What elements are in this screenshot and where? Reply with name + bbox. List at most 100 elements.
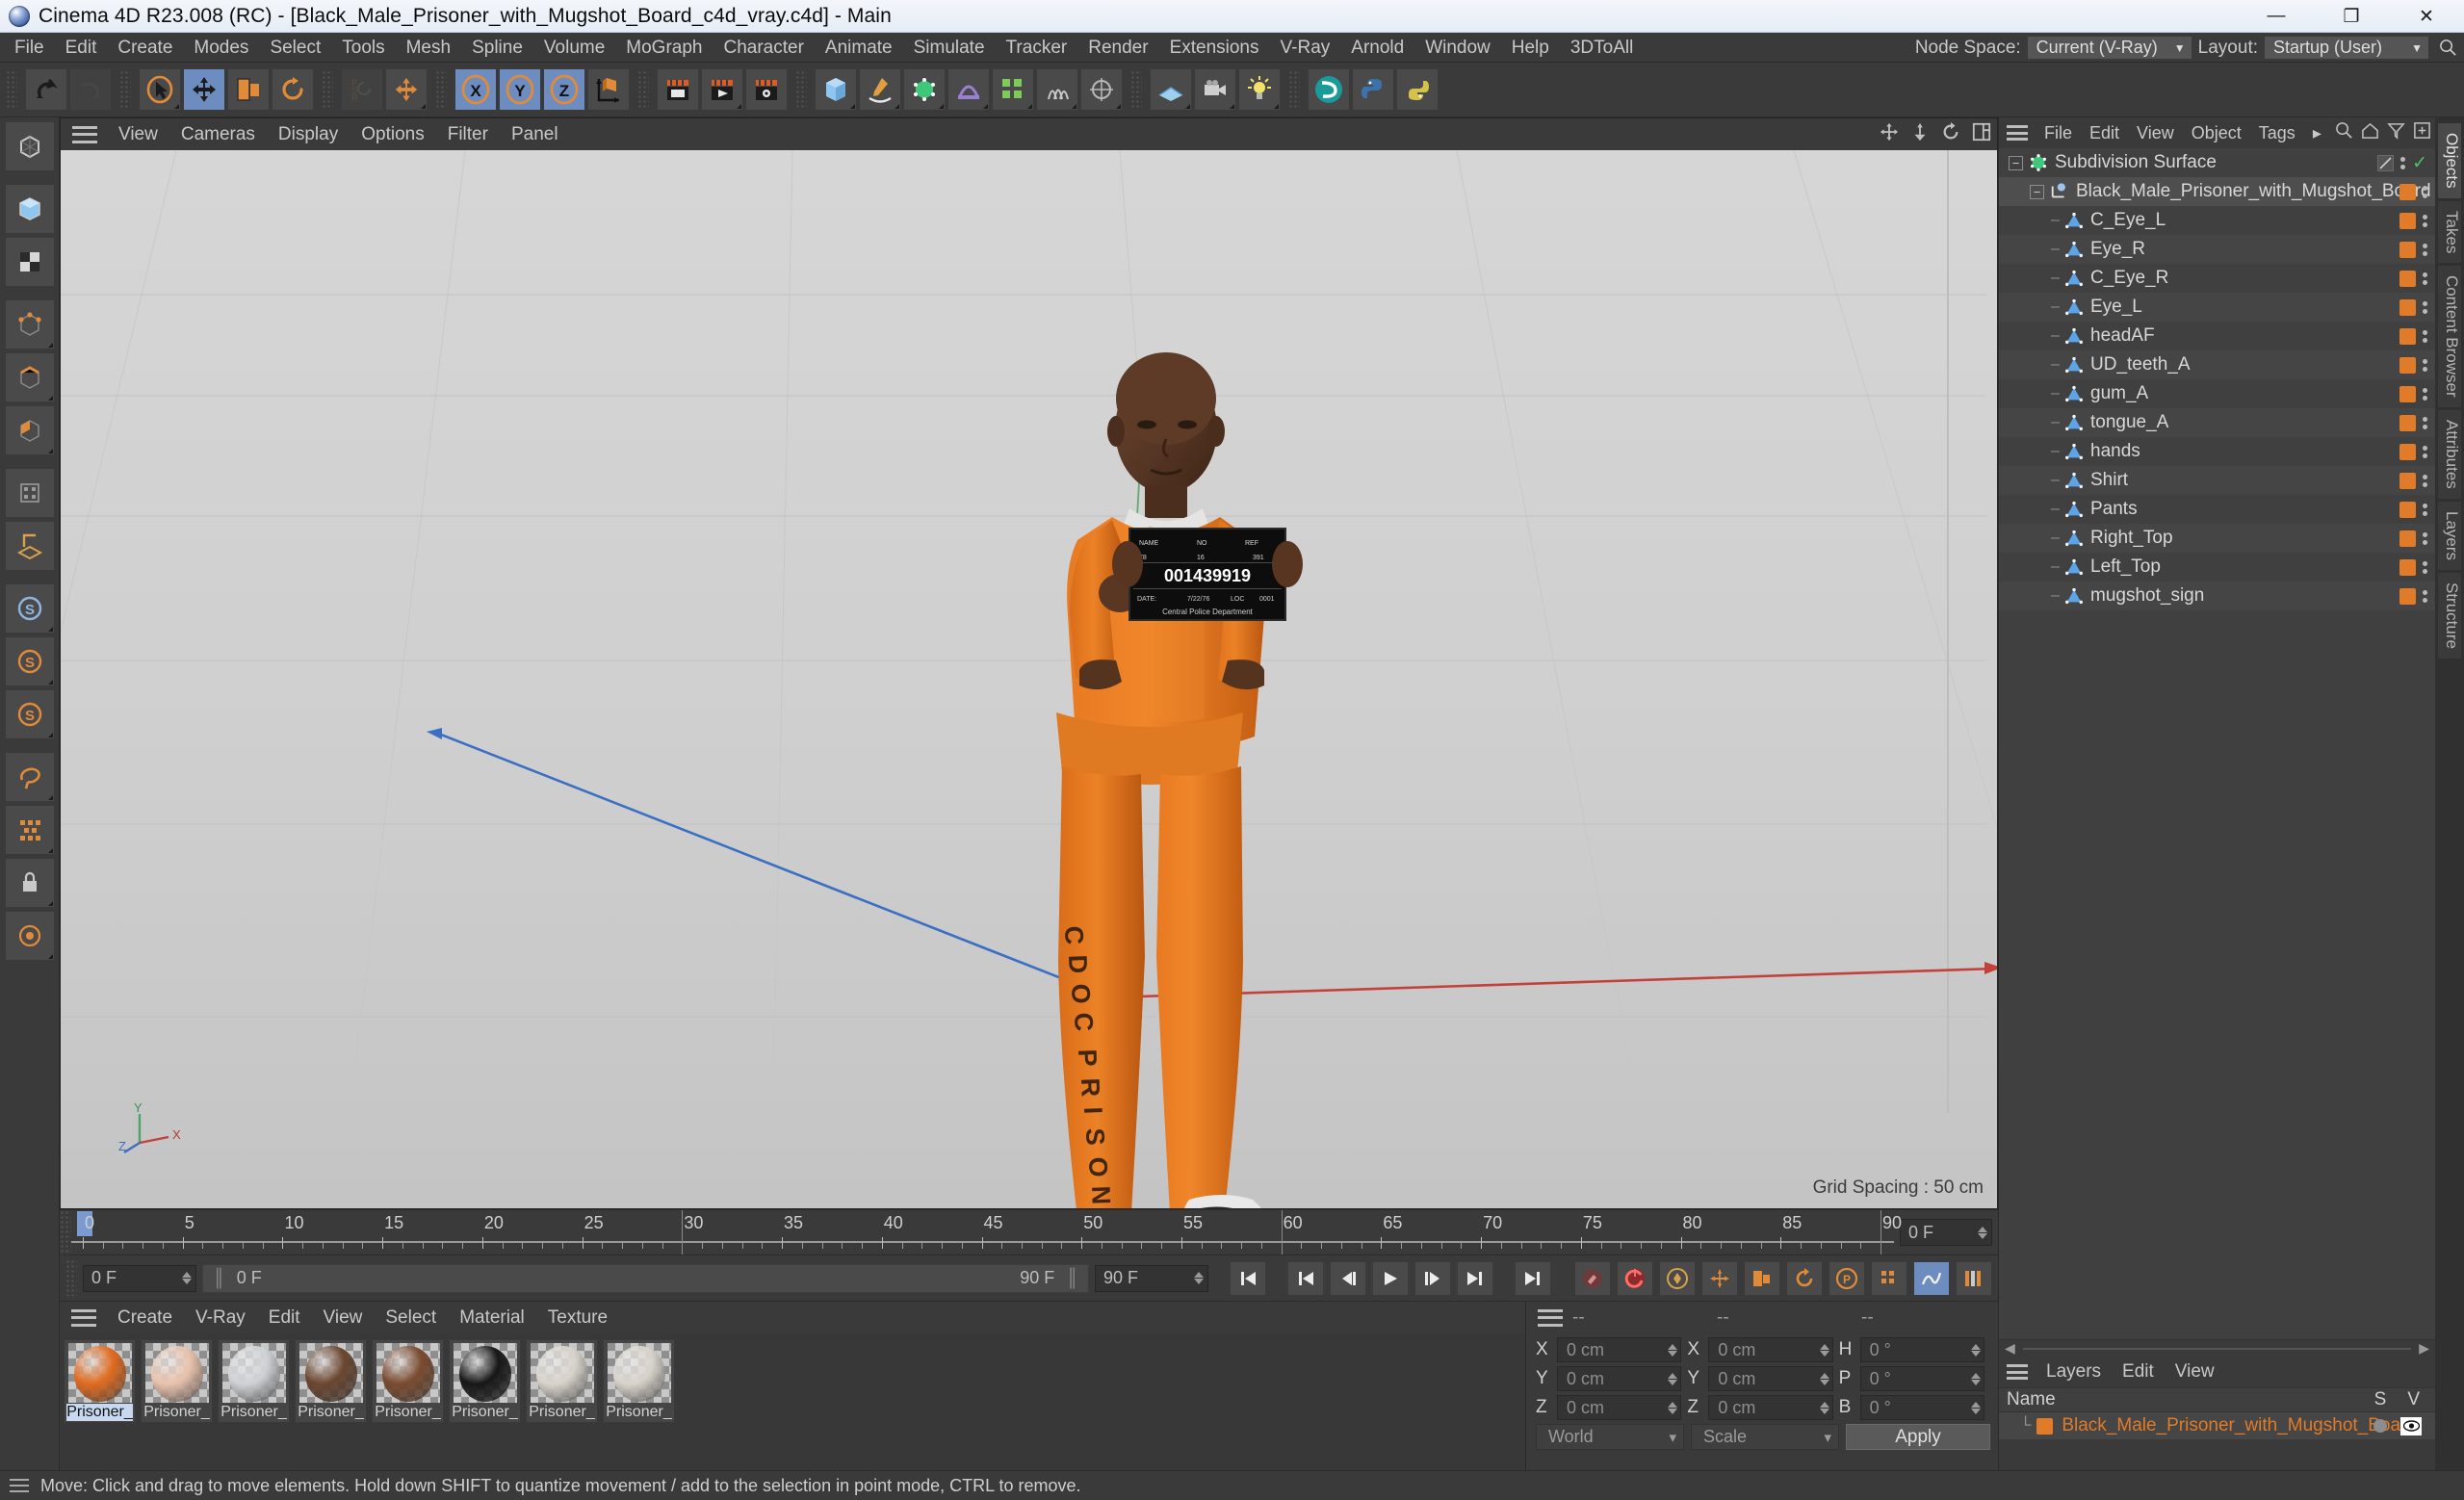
record-active-objects-button[interactable] bbox=[1574, 1260, 1611, 1296]
visibility-dots-icon[interactable] bbox=[2423, 300, 2427, 314]
coord-position-field[interactable]: 0 cm bbox=[1557, 1337, 1682, 1362]
vertical-tab-takes[interactable]: Takes bbox=[2438, 200, 2461, 264]
menu-item-window[interactable]: Window bbox=[1414, 33, 1501, 63]
layer-menu-layers[interactable]: Layers bbox=[2036, 1357, 2112, 1387]
go-to-end-button[interactable] bbox=[1515, 1260, 1551, 1296]
material-item[interactable]: Prisoner_ bbox=[526, 1339, 598, 1423]
viewport-menu-panel[interactable]: Panel bbox=[500, 118, 570, 150]
add-layer-icon[interactable] bbox=[2413, 121, 2431, 145]
material-tag-icon[interactable] bbox=[2399, 530, 2416, 547]
eye-icon[interactable] bbox=[2400, 1416, 2422, 1435]
redo-button[interactable] bbox=[69, 68, 112, 111]
menu-item-animate[interactable]: Animate bbox=[815, 33, 903, 63]
coordinates-panel-menu-icon[interactable] bbox=[1538, 1308, 1563, 1327]
tool-axis-lock-button[interactable] bbox=[4, 858, 55, 908]
material-item[interactable]: Prisoner_ bbox=[449, 1339, 521, 1423]
coord-size-field[interactable]: 0 cm bbox=[1708, 1395, 1833, 1420]
object-row[interactable]: – tongue_A bbox=[1999, 408, 2435, 437]
object-row[interactable]: – Shirt bbox=[1999, 466, 2435, 495]
tool-workplane-lock-button[interactable] bbox=[4, 911, 55, 961]
object-row[interactable]: − Subdivision Surface ✓ bbox=[1999, 148, 2435, 177]
material-menu-material[interactable]: Material bbox=[448, 1302, 536, 1333]
tool-workplane-button[interactable] bbox=[4, 521, 55, 571]
node-space-dropdown[interactable]: Current (V-Ray) ▼ bbox=[2027, 37, 2192, 59]
home-icon[interactable] bbox=[2361, 121, 2379, 145]
menu-item-simulate[interactable]: Simulate bbox=[903, 33, 996, 63]
live-selection-tool[interactable] bbox=[139, 68, 181, 111]
world-object-coordinate-button[interactable] bbox=[587, 68, 630, 111]
material-tag-icon[interactable] bbox=[2399, 385, 2416, 402]
visibility-dots-icon[interactable] bbox=[2423, 387, 2427, 401]
object-row[interactable]: – C_Eye_R bbox=[1999, 264, 2435, 293]
rotate-view-icon[interactable] bbox=[1941, 121, 1960, 147]
visibility-dots-icon[interactable] bbox=[2423, 272, 2427, 285]
timeline-grip[interactable] bbox=[60, 1210, 71, 1255]
material-tag-icon[interactable] bbox=[2399, 356, 2416, 374]
spline-pen-button[interactable] bbox=[859, 68, 901, 111]
maximize-button[interactable]: ❐ bbox=[2314, 0, 2389, 33]
layer-menu-edit[interactable]: Edit bbox=[2112, 1357, 2165, 1387]
material-item[interactable]: Prisoner_ bbox=[295, 1339, 367, 1423]
object-row[interactable]: – headAF bbox=[1999, 322, 2435, 350]
coord-position-field[interactable]: 0 cm bbox=[1557, 1366, 1682, 1391]
layer-row[interactable]: └ Black_Male_Prisoner_with_Mugshot_Board bbox=[1999, 1412, 2435, 1439]
object-row[interactable]: – Eye_R bbox=[1999, 235, 2435, 264]
key-scale-button[interactable] bbox=[1744, 1260, 1780, 1296]
lock-y-axis-button[interactable]: Y bbox=[499, 68, 541, 111]
visibility-dots-icon[interactable] bbox=[2423, 358, 2427, 372]
menu-item-volume[interactable]: Volume bbox=[533, 33, 615, 63]
render-to-picture-viewer-button[interactable] bbox=[701, 68, 743, 111]
material-list[interactable]: Prisoner_ Prisoner_ Prisoner_ Prisoner_ Pris… bbox=[60, 1333, 1525, 1470]
render-view-button[interactable] bbox=[657, 68, 699, 111]
coordinate-system-dropdown[interactable]: World ▾ bbox=[1536, 1424, 1684, 1450]
subdivision-surface-button[interactable] bbox=[903, 68, 946, 111]
autokeying-button[interactable] bbox=[1617, 1260, 1653, 1296]
layer-panel-menu-icon[interactable] bbox=[2007, 1364, 2028, 1380]
spinner-icon[interactable] bbox=[1819, 1401, 1829, 1414]
material-tag-icon[interactable] bbox=[2399, 414, 2416, 431]
material-panel-menu-icon[interactable] bbox=[71, 1308, 96, 1327]
tool-model-mode-button[interactable] bbox=[4, 184, 55, 234]
menu-item-tracker[interactable]: Tracker bbox=[996, 33, 1078, 63]
material-tag-icon[interactable] bbox=[2399, 298, 2416, 316]
visibility-dots-icon[interactable] bbox=[2423, 560, 2427, 574]
toolbar-grip[interactable] bbox=[6, 70, 17, 109]
spinner-icon[interactable] bbox=[1819, 1343, 1829, 1357]
menu-item-help[interactable]: Help bbox=[1501, 33, 1560, 63]
current-frame-field[interactable]: 0 F bbox=[83, 1264, 196, 1292]
3d-viewport[interactable]: Perspective Default Camera ⁝ bbox=[61, 150, 1997, 1208]
toolbar-grip[interactable] bbox=[1130, 70, 1142, 109]
spinner-icon[interactable] bbox=[1978, 1226, 1987, 1239]
toolbar-grip[interactable] bbox=[435, 70, 447, 109]
move-tool[interactable] bbox=[183, 68, 225, 111]
minimize-button[interactable]: — bbox=[2239, 0, 2314, 33]
visibility-dots-icon[interactable] bbox=[2423, 416, 2427, 429]
material-item[interactable]: Prisoner_ bbox=[603, 1339, 675, 1423]
play-button[interactable] bbox=[1372, 1260, 1409, 1296]
spinner-icon[interactable] bbox=[1819, 1372, 1829, 1385]
visibility-dots-icon[interactable] bbox=[2423, 214, 2427, 227]
menu-item-mograph[interactable]: MoGraph bbox=[615, 33, 713, 63]
keyframe-selection-button[interactable] bbox=[1659, 1260, 1696, 1296]
viewport-menu-display[interactable]: Display bbox=[267, 118, 350, 150]
document-end-field[interactable]: 90 F bbox=[1095, 1264, 1208, 1292]
material-menu-view[interactable]: View bbox=[312, 1302, 375, 1333]
psr-lock-button[interactable]: PSR bbox=[341, 68, 383, 111]
coord-rotation-field[interactable]: 0 ° bbox=[1859, 1337, 1984, 1362]
tool-point-mode-button[interactable] bbox=[4, 299, 55, 349]
vertical-tab-structure[interactable]: Structure bbox=[2438, 572, 2461, 659]
material-tag-icon[interactable] bbox=[2399, 558, 2416, 576]
tool-edge-mode-button[interactable] bbox=[4, 352, 55, 402]
key-rotation-button[interactable] bbox=[1786, 1260, 1823, 1296]
step-back-button[interactable] bbox=[1330, 1260, 1366, 1296]
object-menu-object[interactable]: Object bbox=[2183, 117, 2250, 148]
object-manager-scrollbar[interactable]: ◀ ▶ bbox=[1999, 1339, 2435, 1357]
object-row[interactable]: – mugshot_sign bbox=[1999, 582, 2435, 610]
search-icon[interactable] bbox=[2335, 121, 2353, 145]
material-tag-icon[interactable] bbox=[2399, 327, 2416, 345]
material-tag-icon[interactable] bbox=[2399, 472, 2416, 489]
vertical-tab-layers[interactable]: Layers bbox=[2438, 501, 2461, 570]
status-menu-icon[interactable] bbox=[10, 1479, 29, 1492]
object-row[interactable]: – UD_teeth_A bbox=[1999, 350, 2435, 379]
scale-tool[interactable] bbox=[227, 68, 270, 111]
